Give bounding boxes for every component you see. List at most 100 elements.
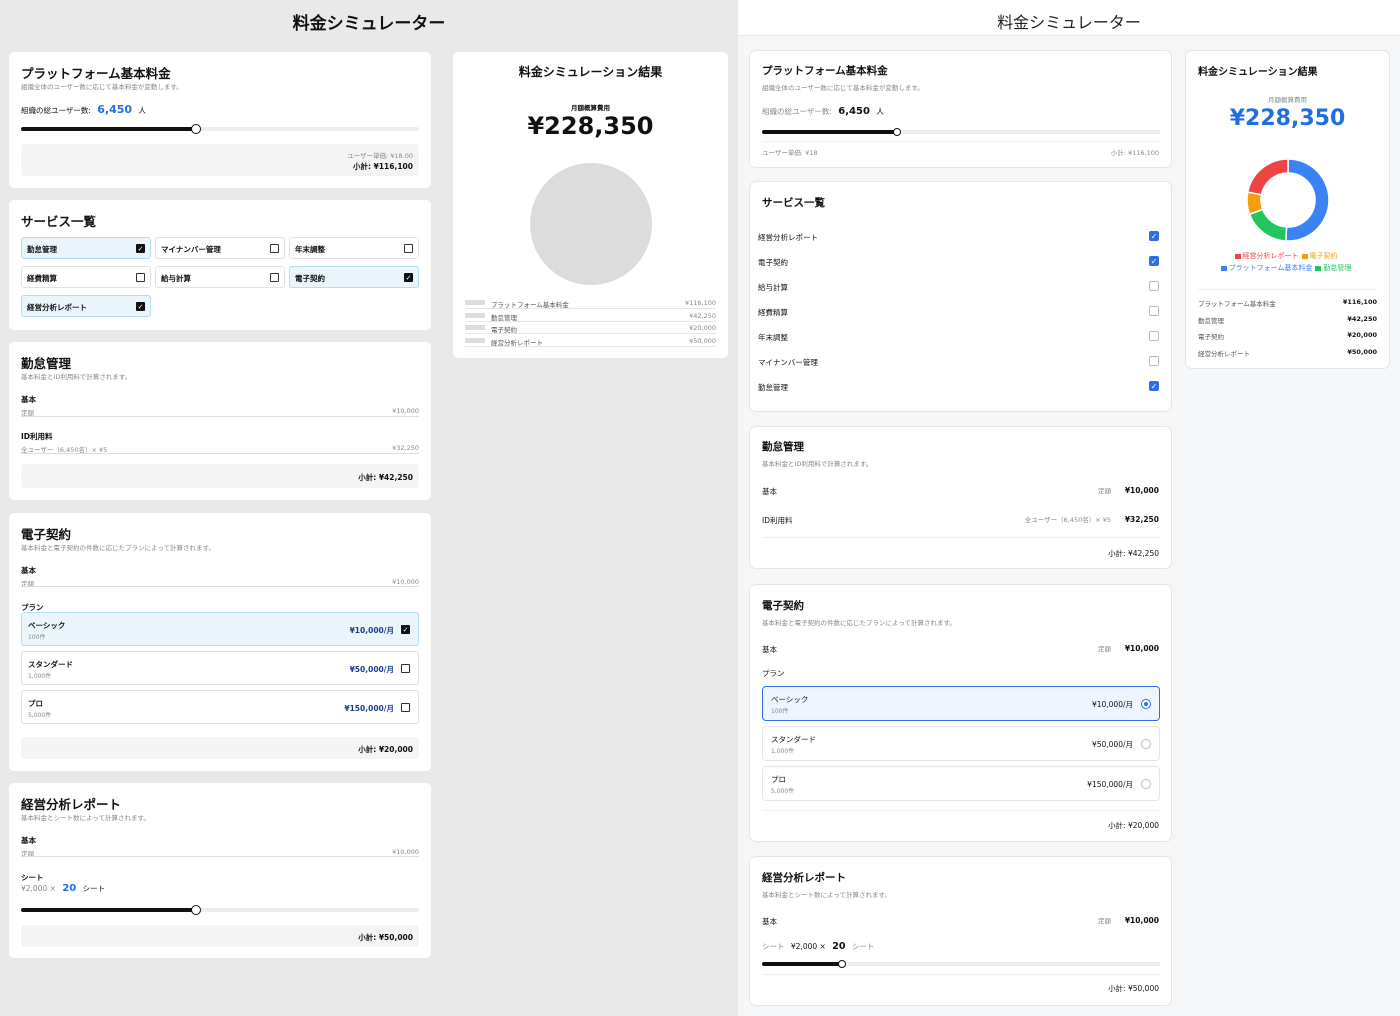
legend-swatch xyxy=(465,300,485,305)
monthly-label: 月額概算費用 xyxy=(1268,96,1307,104)
plan-label: プラン xyxy=(762,669,785,678)
service-tile[interactable]: マイナンバー管理 xyxy=(155,237,285,259)
plan-name: ベーシック xyxy=(28,621,66,630)
plan-price: ¥150,000/月 xyxy=(1087,780,1133,789)
breakdown-value: ¥50,000 xyxy=(1347,347,1377,356)
checkbox[interactable]: ✓ xyxy=(136,244,145,253)
breakdown-value: ¥42,250 xyxy=(1347,314,1377,323)
service-tile[interactable]: 経費精算 xyxy=(21,266,151,288)
service-tile[interactable]: 給与計算 xyxy=(155,266,285,288)
monthly-label: 月額概算費用 xyxy=(571,104,610,112)
legend-swatch xyxy=(465,337,485,343)
report-card: 経営分析レポート 基本料金とシート数によって計算されます。 基本 定額 ¥10,… xyxy=(749,856,1172,1006)
checkbox[interactable] xyxy=(270,273,279,282)
service-checkbox[interactable] xyxy=(1149,281,1159,291)
users-slider-thumb[interactable] xyxy=(893,128,902,136)
plan-option[interactable]: ベーシック 100件 ¥10,000/月 ✓ xyxy=(21,612,419,646)
legend-swatch xyxy=(465,312,485,318)
plan-option[interactable]: プロ 5,000件 ¥150,000/月 xyxy=(762,766,1160,801)
plan-radio[interactable] xyxy=(1141,739,1151,749)
plan-price: ¥150,000/月 xyxy=(344,704,394,713)
users-slider-fill xyxy=(762,130,898,134)
legend-label: 勤怠管理 xyxy=(1323,264,1352,272)
plan-count: 100件 xyxy=(28,634,46,641)
plan-radio[interactable] xyxy=(1141,699,1151,709)
checkbox[interactable]: ✓ xyxy=(404,273,413,282)
chart-legend: 経営分析レポート 電子契約 プラットフォーム基本料金 勤怠管理 xyxy=(1198,250,1377,274)
contract-subtotal: 小計: ¥20,000 xyxy=(358,745,413,754)
checkbox[interactable] xyxy=(404,244,413,253)
checkbox[interactable]: ✓ xyxy=(136,302,145,311)
contract-base-note: 定額 xyxy=(1098,645,1111,653)
report-title: 経営分析レポート xyxy=(21,797,122,812)
attendance-subtotal: 小計: ¥42,250 xyxy=(1108,549,1159,558)
services-title: サービス一覧 xyxy=(762,197,825,209)
users-unit: 人 xyxy=(876,107,884,116)
plan-price: ¥10,000/月 xyxy=(349,626,394,635)
checkbox[interactable] xyxy=(270,244,279,253)
seat-slider-thumb[interactable] xyxy=(837,960,846,968)
users-slider[interactable] xyxy=(21,124,419,134)
users-slider-thumb[interactable] xyxy=(191,124,202,134)
divider xyxy=(21,586,419,587)
attendance-base-price: ¥10,000 xyxy=(392,407,419,415)
right-pane: 料金シミュレーター プラットフォーム基本料金 組織全体のユーザー数に応じて基本料… xyxy=(738,0,1400,1016)
platform-card: プラットフォーム基本料金 組織全体のユーザー数に応じて基本料金が変動します。 組… xyxy=(9,52,431,188)
plan-option[interactable]: プロ 5,000件 ¥150,000/月 xyxy=(21,690,419,724)
donut-slice-0 xyxy=(1285,158,1330,242)
service-tile[interactable]: 勤怠管理 ✓ xyxy=(21,237,151,259)
plan-checkbox[interactable] xyxy=(401,664,410,673)
service-checkbox[interactable]: ✓ xyxy=(1149,381,1159,391)
breakdown-label: 経営分析レポート xyxy=(1198,349,1250,358)
monthly-total: ¥228,350 xyxy=(527,112,654,140)
legend-item: 経営分析レポート xyxy=(1234,250,1299,262)
service-checkbox[interactable] xyxy=(1149,306,1159,316)
plan-name: スタンダード xyxy=(771,735,816,744)
seat-slider-thumb[interactable] xyxy=(191,905,202,915)
plan-option[interactable]: スタンダード 1,000件 ¥50,000/月 xyxy=(21,651,419,685)
attendance-summary: 小計: ¥42,250 xyxy=(21,464,419,488)
legend-item: 電子契約 xyxy=(1301,250,1338,262)
plan-name: プロ xyxy=(771,775,786,784)
plan-option[interactable]: スタンダード 1,000件 ¥50,000/月 xyxy=(762,726,1160,761)
service-tile[interactable]: 経営分析レポート ✓ xyxy=(21,295,151,317)
report-base-note: 定額 xyxy=(1098,917,1111,925)
plan-checkbox[interactable]: ✓ xyxy=(401,625,410,634)
service-tile[interactable]: 年末調整 xyxy=(289,237,419,259)
platform-subtotal: 小計: ¥116,100 xyxy=(353,162,413,171)
plan-price: ¥50,000/月 xyxy=(1091,740,1133,749)
service-checkbox[interactable] xyxy=(1149,356,1159,366)
service-checkbox[interactable]: ✓ xyxy=(1149,231,1159,241)
plan-checkbox[interactable] xyxy=(401,703,410,712)
seat-unit: シート xyxy=(82,884,106,893)
seat-slider[interactable] xyxy=(21,905,419,915)
platform-desc: 組織全体のユーザー数に応じて基本料金が変動します。 xyxy=(762,84,924,92)
app-title: 料金シミュレーター xyxy=(292,14,446,34)
service-checkbox[interactable]: ✓ xyxy=(1149,256,1159,266)
attendance-desc: 基本料金とID利用料で計算されます。 xyxy=(21,373,132,381)
result-title: 料金シミュレーション結果 xyxy=(1198,67,1318,78)
seat-label: シート xyxy=(21,873,44,882)
attendance-base-price: ¥10,000 xyxy=(1124,486,1159,495)
attendance-title: 勤怠管理 xyxy=(762,441,804,453)
seat-slider[interactable] xyxy=(762,960,1160,968)
breakdown-value: ¥20,000 xyxy=(689,324,716,332)
service-tile[interactable]: 電子契約 ✓ xyxy=(289,266,419,288)
report-base-price: ¥10,000 xyxy=(1124,916,1159,925)
attendance-id-label: ID利用料 xyxy=(762,516,793,525)
plan-option[interactable]: ベーシック 100件 ¥10,000/月 xyxy=(762,686,1160,721)
users-slider[interactable] xyxy=(762,128,1160,136)
plan-radio[interactable] xyxy=(1141,779,1151,789)
plan-price: ¥10,000/月 xyxy=(1091,700,1133,709)
monthly-total: ¥228,350 xyxy=(1229,106,1346,131)
service-item-label: 経営分析レポート xyxy=(758,233,818,242)
cost-donut-chart xyxy=(1246,158,1330,242)
attendance-base-note: 定額 xyxy=(1098,487,1111,495)
services-card: サービス一覧 勤怠管理 ✓ マイナンバー管理 年末調整 経費精算 給与計算 電子契約 ✓ 経営分… xyxy=(9,200,431,330)
result-title: 料金シミュレーション結果 xyxy=(518,65,663,79)
plan-count: 100件 xyxy=(771,708,789,715)
divider xyxy=(465,333,716,334)
service-tile-label: 年末調整 xyxy=(295,245,325,254)
service-checkbox[interactable] xyxy=(1149,331,1159,341)
checkbox[interactable] xyxy=(136,273,145,282)
